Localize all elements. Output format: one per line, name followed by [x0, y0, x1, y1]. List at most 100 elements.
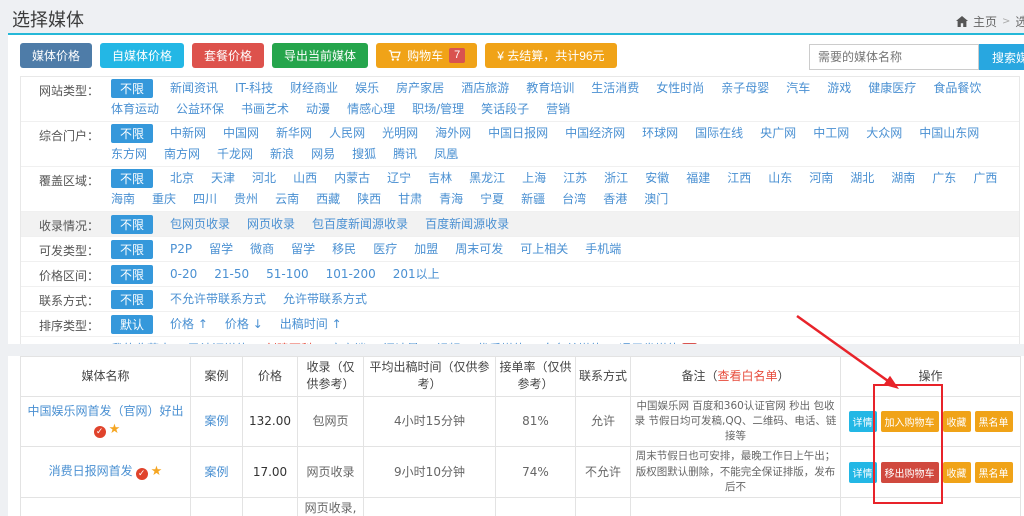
filter-option[interactable]: 留学: [209, 240, 233, 259]
filter-option[interactable]: 创建百科: [265, 340, 313, 345]
filter-option[interactable]: 云南: [275, 190, 299, 209]
filter-option[interactable]: 阅读量: [383, 340, 419, 345]
case-link[interactable]: 案例: [204, 414, 228, 428]
filter-option[interactable]: 西藏: [316, 190, 340, 209]
filter-option[interactable]: 微商: [250, 240, 274, 259]
filter-option[interactable]: 51-100: [266, 265, 309, 284]
filter-selected-chip[interactable]: 不限: [111, 79, 153, 98]
filter-option[interactable]: 澳门: [644, 190, 668, 209]
filter-option[interactable]: 贵州: [234, 190, 258, 209]
filter-option[interactable]: 海外网: [435, 124, 471, 143]
filter-option[interactable]: 安徽: [645, 169, 669, 188]
self-media-price-button[interactable]: 自媒体价格: [100, 43, 184, 68]
filter-option[interactable]: 可上相关: [520, 240, 568, 259]
media-name-link[interactable]: 消费日报网首发: [49, 464, 133, 478]
filter-option[interactable]: 湖北: [850, 169, 874, 188]
case-link[interactable]: 案例: [204, 465, 228, 479]
filter-option[interactable]: 酒店旅游: [461, 79, 509, 98]
filter-option[interactable]: 国际在线: [695, 124, 743, 143]
filter-option[interactable]: 中国日报网: [488, 124, 548, 143]
filter-selected-chip[interactable]: 不限: [111, 169, 153, 188]
filter-option[interactable]: IT-科技: [235, 79, 273, 98]
cart-button[interactable]: 购物车 7: [376, 43, 477, 68]
add-to-cart-button[interactable]: 加入购物车: [881, 411, 939, 432]
view-whitelist-link[interactable]: 查看白名单: [717, 369, 777, 383]
filter-option[interactable]: 四川: [193, 190, 217, 209]
filter-option[interactable]: 大众网: [866, 124, 902, 143]
search-button[interactable]: 搜索媒体: [979, 44, 1024, 70]
filter-option[interactable]: 网易: [311, 145, 335, 164]
filter-option[interactable]: 健康医疗: [868, 79, 916, 98]
blacklist-button[interactable]: 黑名单: [975, 411, 1013, 432]
filter-option[interactable]: 腾讯: [393, 145, 417, 164]
detail-button[interactable]: 详情: [849, 462, 877, 483]
filter-option[interactable]: 广东: [932, 169, 956, 188]
filter-option[interactable]: 新疆: [521, 190, 545, 209]
media-name-link[interactable]: 中国娱乐网首发（官网）好出: [27, 404, 183, 418]
filter-option[interactable]: 光明网: [382, 124, 418, 143]
filter-option[interactable]: 宁夏: [480, 190, 504, 209]
filter-option[interactable]: 娱乐: [355, 79, 379, 98]
filter-option[interactable]: 书画艺术: [241, 100, 289, 119]
filter-option[interactable]: 包网页收录: [170, 215, 230, 234]
filter-option[interactable]: 新浪: [270, 145, 294, 164]
filter-option[interactable]: 已认证媒体: [188, 340, 248, 345]
favorite-button[interactable]: 收藏: [943, 462, 971, 483]
filter-option[interactable]: 笑话段子: [481, 100, 529, 119]
package-price-button[interactable]: 套餐价格: [192, 43, 264, 68]
filter-option[interactable]: 环球网: [642, 124, 678, 143]
filter-option[interactable]: 公益环保: [176, 100, 224, 119]
filter-option[interactable]: 福建: [686, 169, 710, 188]
filter-option[interactable]: 汽车: [786, 79, 810, 98]
filter-option[interactable]: 青海: [439, 190, 463, 209]
filter-selected-chip[interactable]: 不限: [111, 290, 153, 309]
filter-selected-chip[interactable]: 不限: [111, 215, 153, 234]
filter-option[interactable]: 内蒙古: [334, 169, 370, 188]
favorite-button[interactable]: 收藏: [943, 411, 971, 432]
filter-option[interactable]: 出稿时间 ↑: [280, 315, 342, 334]
filter-selected-chip[interactable]: 默认: [111, 315, 153, 334]
filter-option[interactable]: 我的收藏夹: [111, 340, 171, 345]
filter-option[interactable]: 甘肃: [398, 190, 422, 209]
filter-option[interactable]: 江西: [727, 169, 751, 188]
filter-selected-chip[interactable]: 不限: [111, 265, 153, 284]
filter-option[interactable]: 手机端: [585, 240, 621, 259]
filter-option[interactable]: 千龙网: [217, 145, 253, 164]
filter-option[interactable]: 吉林: [428, 169, 452, 188]
filter-option[interactable]: 人民网: [329, 124, 365, 143]
filter-selected-chip[interactable]: 不限: [111, 240, 153, 259]
filter-option[interactable]: 山东: [768, 169, 792, 188]
filter-option[interactable]: 辽宁: [387, 169, 411, 188]
checkout-button[interactable]: ¥ 去结算，共计96元: [485, 43, 616, 68]
filter-option[interactable]: 生活消费: [591, 79, 639, 98]
filter-option[interactable]: 南方网: [164, 145, 200, 164]
filter-option[interactable]: 优质媒体: [477, 340, 525, 345]
filter-option[interactable]: 游戏: [827, 79, 851, 98]
filter-option[interactable]: 黑龙江: [469, 169, 505, 188]
media-price-button[interactable]: 媒体价格: [20, 43, 92, 68]
filter-option[interactable]: 广西: [973, 169, 997, 188]
filter-option[interactable]: 台湾: [562, 190, 586, 209]
filter-option[interactable]: 101-200: [326, 265, 376, 284]
filter-option[interactable]: 中工网: [813, 124, 849, 143]
filter-option[interactable]: 动漫: [306, 100, 330, 119]
detail-button[interactable]: 详情: [849, 411, 877, 432]
filter-option[interactable]: 允许带联系方式: [283, 290, 367, 309]
filter-option[interactable]: 情感心理: [347, 100, 395, 119]
filter-option[interactable]: 中国网: [223, 124, 259, 143]
filter-option[interactable]: 央广网: [760, 124, 796, 143]
filter-option[interactable]: 新闻资讯: [170, 79, 218, 98]
filter-option[interactable]: 江苏: [563, 169, 587, 188]
filter-option[interactable]: 0-20: [170, 265, 197, 284]
filter-option[interactable]: 浙江: [604, 169, 628, 188]
filter-option[interactable]: 海南: [111, 190, 135, 209]
filter-option[interactable]: 中国山东网: [919, 124, 979, 143]
filter-option[interactable]: 21-50: [214, 265, 249, 284]
filter-option[interactable]: 房产家居: [396, 79, 444, 98]
blacklist-button[interactable]: 黑名单: [975, 462, 1013, 483]
filter-option[interactable]: 网页收录: [247, 215, 295, 234]
filter-option[interactable]: 河南: [809, 169, 833, 188]
filter-option[interactable]: 周末可发: [455, 240, 503, 259]
filter-option[interactable]: 价格 ↑: [170, 315, 208, 334]
filter-selected-chip[interactable]: 不限: [111, 124, 153, 143]
